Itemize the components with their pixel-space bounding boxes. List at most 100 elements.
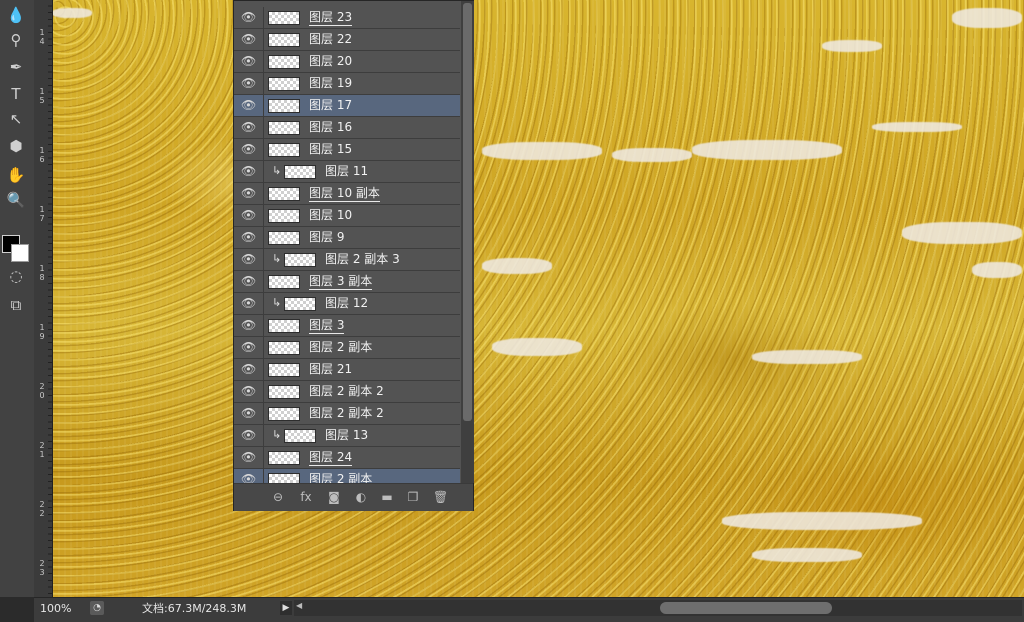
layer-name[interactable]: 图层 2 副本 2 — [309, 406, 384, 421]
layer-name[interactable]: 图层 17 — [309, 98, 352, 113]
layer-thumbnail[interactable] — [284, 253, 316, 267]
layer-visibility-eye-icon[interactable]: 👁 — [241, 76, 256, 90]
document-canvas[interactable] — [52, 0, 1024, 597]
layer-thumbnail[interactable] — [268, 319, 300, 333]
horizontal-scrollbar[interactable]: ◀ — [294, 600, 1022, 616]
layer-thumbnail[interactable] — [268, 275, 300, 289]
layer-visibility-eye-icon[interactable]: 👁 — [241, 54, 256, 68]
layer-row[interactable]: 👁 图层 16 — [234, 117, 460, 139]
layer-row[interactable]: 👁 ↳ 图层 12 — [234, 293, 460, 315]
layer-row[interactable]: 👁 图层 21 — [234, 359, 460, 381]
layer-row[interactable]: 👁 图层 17 — [234, 95, 460, 117]
scroll-left-arrow-icon[interactable]: ◀ — [296, 601, 302, 610]
layer-visibility-eye-icon[interactable]: 👁 — [241, 120, 256, 134]
layer-name[interactable]: 图层 10 副本 — [309, 186, 380, 202]
layer-name[interactable]: 图层 12 — [325, 296, 368, 311]
layer-name[interactable]: 图层 13 — [325, 428, 368, 443]
layer-thumbnail[interactable] — [268, 341, 300, 355]
layer-thumbnail[interactable] — [268, 451, 300, 465]
delete-layer-icon[interactable]: 🗑 — [433, 490, 448, 504]
layer-name[interactable]: 图层 21 — [309, 362, 352, 377]
layer-visibility-eye-icon[interactable]: 👁 — [241, 186, 256, 200]
layer-row[interactable]: 👁 ↳ 图层 11 — [234, 161, 460, 183]
layer-name[interactable]: 图层 16 — [309, 120, 352, 135]
link-layers-icon[interactable]: ⊖ — [271, 490, 285, 504]
layer-thumbnail[interactable] — [284, 297, 316, 311]
layer-visibility-eye-icon[interactable]: 👁 — [241, 164, 256, 178]
layer-row[interactable]: 👁 图层 2 副本 — [234, 337, 460, 359]
layer-thumbnail[interactable] — [268, 77, 300, 91]
hand-tool-icon[interactable]: ✋ — [5, 165, 27, 185]
layer-visibility-eye-icon[interactable]: 👁 — [241, 406, 256, 420]
layer-thumbnail[interactable] — [268, 231, 300, 245]
layer-name[interactable]: 图层 11 — [325, 164, 368, 179]
vertical-ruler[interactable]: 1 4 1 5 1 6 1 7 1 8 1 9 2 0 2 1 2 2 2 3 — [34, 0, 53, 597]
layer-visibility-eye-icon[interactable]: 👁 — [241, 340, 256, 354]
layer-thumbnail[interactable] — [268, 143, 300, 157]
layer-row[interactable]: 👁 图层 10 — [234, 205, 460, 227]
layer-row[interactable]: 👁 图层 2 副本 — [234, 469, 460, 490]
zoom-level-field[interactable]: 100% — [40, 600, 90, 617]
layer-name[interactable]: 图层 20 — [309, 54, 352, 69]
layer-thumbnail[interactable] — [268, 33, 300, 47]
layer-visibility-eye-icon[interactable]: 👁 — [241, 98, 256, 112]
path-selection-tool-icon[interactable]: ↖ — [5, 109, 27, 129]
layer-visibility-eye-icon[interactable]: 👁 — [241, 274, 256, 288]
layer-name[interactable]: 图层 24 — [309, 450, 353, 466]
layer-name[interactable]: 图层 22 — [309, 32, 352, 47]
layer-visibility-eye-icon[interactable]: 👁 — [241, 142, 256, 156]
blur-tool-icon[interactable]: 💧 — [5, 5, 27, 25]
layer-visibility-eye-icon[interactable]: 👁 — [241, 362, 256, 376]
layer-thumbnail[interactable] — [268, 209, 300, 223]
adjustment-layer-icon[interactable]: ◐ — [354, 490, 368, 504]
layer-row[interactable]: 👁 图层 3 — [234, 315, 460, 337]
layer-row[interactable]: 👁 ↳ 图层 13 — [234, 425, 460, 447]
layer-visibility-eye-icon[interactable]: 👁 — [241, 296, 256, 310]
layer-row[interactable]: 👁 图层 3 副本 — [234, 271, 460, 293]
dodge-tool-icon[interactable]: ⚲ — [5, 30, 27, 50]
status-menu-arrow-icon[interactable]: ▶ — [280, 601, 292, 615]
layer-thumbnail[interactable] — [268, 385, 300, 399]
layer-thumbnail[interactable] — [284, 429, 316, 443]
background-color-swatch[interactable] — [11, 244, 29, 262]
layers-scrollbar-thumb[interactable] — [463, 3, 472, 421]
horizontal-scrollbar-thumb[interactable] — [660, 602, 832, 614]
layer-thumbnail[interactable] — [268, 121, 300, 135]
layer-thumbnail[interactable] — [268, 407, 300, 421]
layer-visibility-eye-icon[interactable]: 👁 — [241, 384, 256, 398]
type-tool-icon[interactable]: T — [5, 84, 27, 104]
shape-tool-icon[interactable]: ⬢ — [5, 136, 27, 156]
status-info-icon[interactable]: ◔ — [90, 601, 104, 615]
layer-row[interactable]: 👁 图层 23 — [234, 7, 460, 29]
layer-visibility-eye-icon[interactable]: 👁 — [241, 428, 256, 442]
layer-thumbnail[interactable] — [268, 363, 300, 377]
quick-mask-icon[interactable]: ◌ — [5, 266, 27, 286]
new-group-icon[interactable]: ▬ — [380, 490, 394, 504]
layer-name[interactable]: 图层 3 — [309, 318, 345, 334]
layer-visibility-eye-icon[interactable]: 👁 — [241, 318, 256, 332]
layer-name[interactable]: 图层 10 — [309, 208, 352, 223]
layer-name[interactable]: 图层 2 副本 — [309, 340, 372, 355]
layer-thumbnail[interactable] — [268, 99, 300, 113]
layer-row[interactable]: 👁 图层 20 — [234, 51, 460, 73]
layer-name[interactable]: 图层 15 — [309, 142, 352, 157]
screen-mode-icon[interactable]: ⧉ — [5, 295, 27, 315]
layer-row[interactable]: 👁 图层 19 — [234, 73, 460, 95]
layer-row[interactable]: 👁 图层 24 — [234, 447, 460, 469]
layer-row[interactable]: 👁 图层 10 副本 — [234, 183, 460, 205]
pen-tool-icon[interactable]: ✒ — [5, 57, 27, 77]
new-layer-icon[interactable]: ❐ — [406, 490, 420, 504]
layer-thumbnail[interactable] — [268, 187, 300, 201]
layer-visibility-eye-icon[interactable]: 👁 — [241, 208, 256, 222]
layer-visibility-eye-icon[interactable]: 👁 — [241, 230, 256, 244]
layer-name[interactable]: 图层 2 副本 2 — [309, 384, 384, 399]
fx-icon[interactable]: fx — [299, 490, 313, 504]
layer-visibility-eye-icon[interactable]: 👁 — [241, 252, 256, 266]
layer-name[interactable]: 图层 9 — [309, 230, 344, 245]
layer-row[interactable]: 👁 图层 22 — [234, 29, 460, 51]
layer-name[interactable]: 图层 19 — [309, 76, 352, 91]
layer-row[interactable]: 👁 图层 2 副本 2 — [234, 403, 460, 425]
zoom-tool-icon[interactable]: 🔍 — [5, 190, 27, 210]
layer-row[interactable]: 👁 图层 2 副本 2 — [234, 381, 460, 403]
layer-row[interactable]: 👁 图层 9 — [234, 227, 460, 249]
